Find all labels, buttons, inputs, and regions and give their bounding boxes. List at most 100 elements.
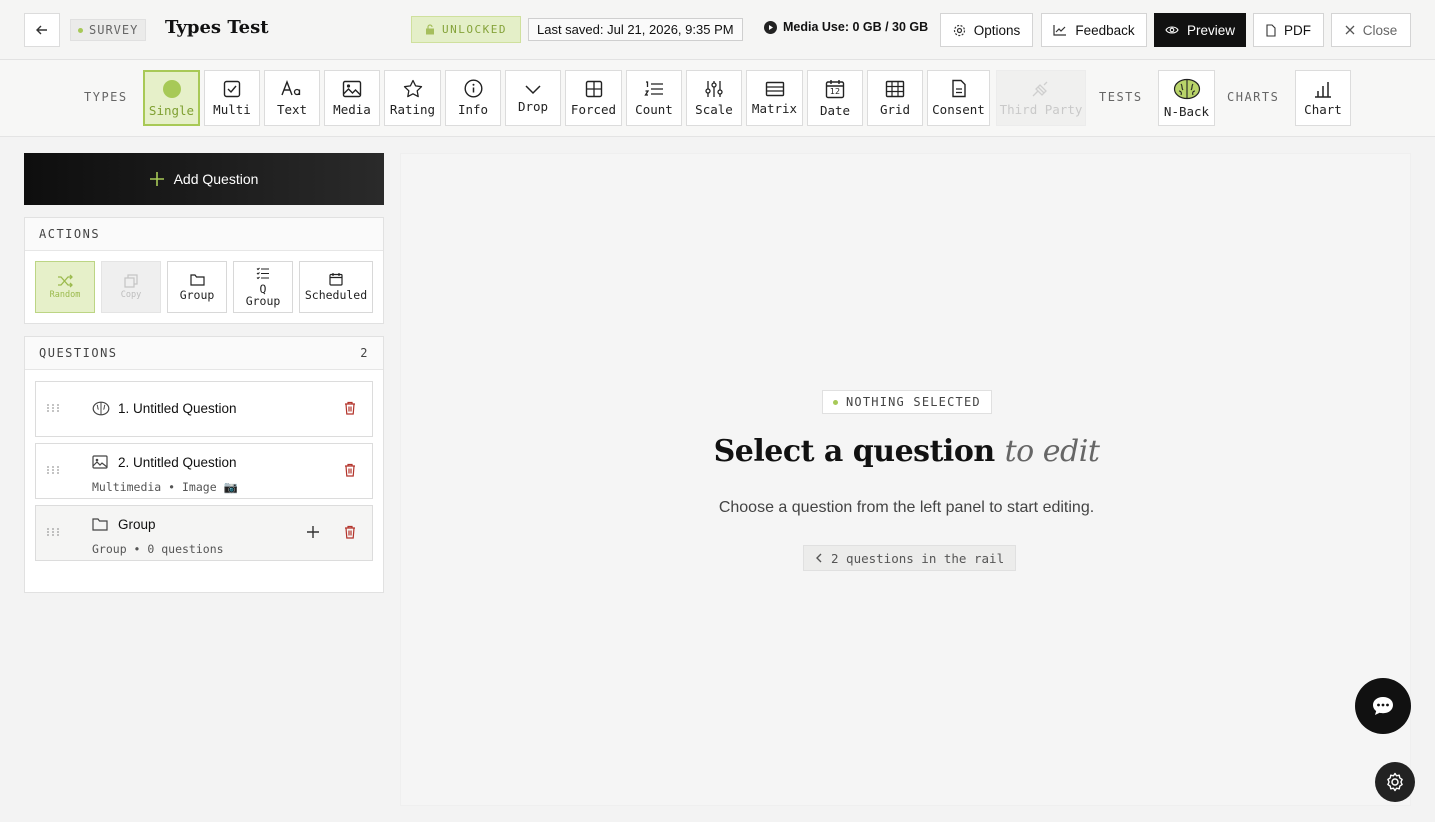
line-chart-icon [1053,25,1067,36]
test-n-back-button[interactable]: N-Back [1158,70,1215,126]
chat-button[interactable] [1355,678,1411,734]
trash-icon[interactable] [344,401,356,415]
lock-status-badge[interactable]: UNLOCKED [411,16,521,43]
random-action-label: Random [49,290,81,301]
type-grid-label: Grid [879,101,911,117]
image-icon [342,80,362,97]
media-use-indicator: Media Use: 0 GB / 30 GB [764,20,928,34]
back-button[interactable] [24,13,60,47]
feedback-button[interactable]: Feedback [1041,13,1147,47]
type-scale-button[interactable]: Scale [686,70,742,126]
type-third-party-label: Third Party [999,101,1083,117]
chevron-left-icon [816,553,822,563]
q-group-action-button[interactable]: Q Group [233,261,293,313]
page-title[interactable]: Types Test [165,17,269,38]
image-icon [92,455,108,469]
settings-button[interactable] [1375,762,1415,802]
editor-main-panel: NOTHING SELECTED Select a question to ed… [400,153,1411,806]
questions-title: QUESTIONS [39,346,118,360]
actions-panel-header: ACTIONS [25,218,383,251]
type-forced-label: Forced [570,101,617,117]
group-action-button[interactable]: Group [167,261,227,313]
actions-row: Random Copy Group Q Group Scheduled [25,251,383,323]
bar-chart-icon [1315,81,1331,98]
sliders-icon [705,80,723,97]
type-text-button[interactable]: Text [264,70,320,126]
options-button[interactable]: Options [940,13,1033,47]
type-third-party-button[interactable]: Third Party [996,70,1086,126]
charts-section-label: CHARTS [1227,90,1280,104]
close-icon [1345,25,1355,35]
type-multi-button[interactable]: Multi [204,70,260,126]
type-consent-button[interactable]: Consent [927,70,990,126]
radio-circle-icon [162,79,181,98]
drag-handle-icon[interactable] [46,465,60,475]
trash-icon[interactable] [344,525,356,539]
preview-button[interactable]: Preview [1154,13,1246,47]
nothing-selected-label: NOTHING SELECTED [846,395,981,409]
rail-hint-label: 2 questions in the rail [831,550,1005,566]
folder-icon [92,518,108,531]
forced-grid-icon [585,80,602,97]
group-item[interactable]: Group Group • 0 questions [35,505,373,561]
calendar-date-number: 12 [829,86,841,96]
numbered-list-icon [644,80,663,96]
question-title: 2. Untitled Question [118,455,237,470]
eye-icon [1165,26,1179,34]
question-item[interactable]: 2. Untitled Question Multimedia • Image … [35,443,373,499]
gear-icon [953,24,965,36]
headline-emphasis: to edit [1004,434,1100,469]
rail-hint-button[interactable]: 2 questions in the rail [803,545,1017,571]
type-forced-button[interactable]: Forced [565,70,622,126]
survey-badge: SURVEY [70,19,147,41]
gear-icon [1387,772,1403,792]
close-button[interactable]: Close [1331,13,1411,47]
type-rating-label: Rating [389,102,436,117]
type-info-label: Info [457,102,489,117]
add-to-group-icon[interactable] [306,525,320,539]
scheduled-action-button[interactable]: Scheduled [299,261,373,313]
random-action-button[interactable]: Random [35,261,95,313]
scheduled-action-label: Scheduled [304,288,368,303]
group-action-label: Group [179,287,215,302]
type-single-button[interactable]: Single [143,70,200,126]
group-title: Group [118,517,156,532]
add-question-button[interactable]: Add Question [24,153,384,205]
question-item[interactable]: 1. Untitled Question [35,381,373,437]
drag-handle-icon[interactable] [46,403,60,413]
type-rating-button[interactable]: Rating [384,70,441,126]
status-dot [78,27,83,33]
type-date-label: Date [819,102,851,118]
chart-label: Chart [1304,101,1342,117]
questions-count: 2 [360,346,369,360]
grid-icon [885,80,905,97]
headline-main: Select a question [713,434,996,469]
options-label: Options [973,22,1021,38]
chart-button[interactable]: Chart [1295,70,1351,126]
folder-icon [189,274,205,286]
question-title: 1. Untitled Question [118,401,237,416]
checkbox-icon [223,80,241,97]
arrow-left-icon [36,25,47,35]
copy-action-button[interactable]: Copy [101,261,161,313]
type-drop-button[interactable]: Drop [505,70,561,126]
type-matrix-button[interactable]: Matrix [746,70,803,126]
type-media-button[interactable]: Media [324,70,380,126]
pdf-label: PDF [1284,22,1311,38]
plug-icon [1032,81,1048,96]
type-grid-button[interactable]: Grid [867,70,923,126]
lock-status-label: UNLOCKED [442,23,507,36]
type-date-button[interactable]: 12 Date [807,70,863,126]
pdf-button[interactable]: PDF [1253,13,1324,47]
type-info-button[interactable]: Info [445,70,501,126]
type-drop-label: Drop [517,98,549,114]
trash-icon[interactable] [344,463,356,477]
type-media-label: Media [333,101,371,117]
survey-badge-label: SURVEY [89,23,139,37]
copy-action-label: Copy [120,290,142,301]
drag-handle-icon[interactable] [46,527,60,537]
preview-label: Preview [1186,22,1235,38]
brain-icon [92,401,110,416]
type-count-button[interactable]: Count [626,70,682,126]
tests-section-label: TESTS [1099,90,1143,104]
